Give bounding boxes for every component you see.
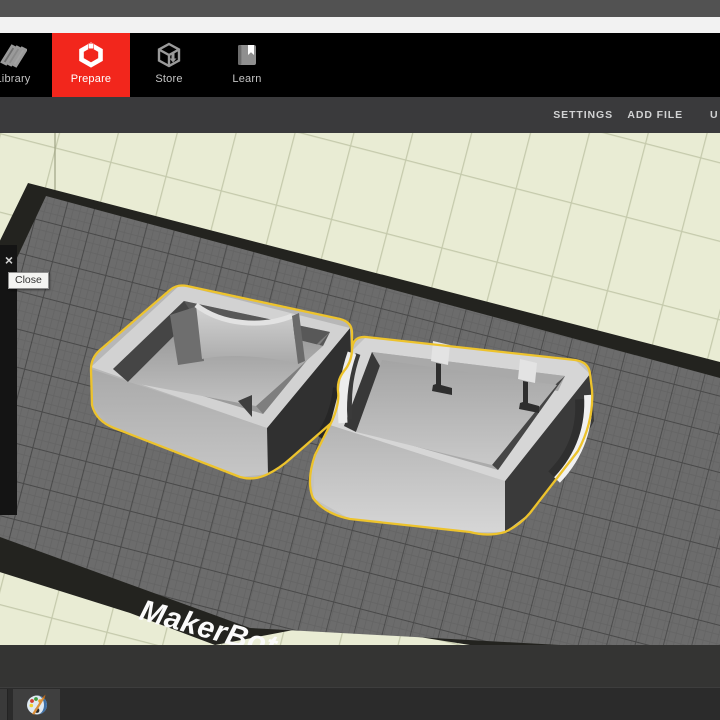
tab-store-label: Store — [155, 73, 183, 85]
close-panel-button[interactable]: × — [1, 252, 17, 268]
learn-icon — [238, 45, 256, 65]
menu-clipped-item[interactable]: U — [710, 97, 718, 133]
status-bar — [0, 645, 720, 687]
tab-library-label: Library — [0, 73, 31, 85]
window-titlebar — [0, 0, 720, 17]
viewport-3d[interactable]: MakerBot ™ — [0, 133, 720, 645]
store-icon — [157, 42, 181, 68]
prepare-icon — [79, 42, 103, 68]
main-navbar: Library Prepare Store — [0, 33, 720, 97]
secondary-menubar: SETTINGS ADD FILE U — [0, 97, 720, 133]
close-icon: × — [4, 252, 14, 268]
tab-prepare-label: Prepare — [70, 73, 112, 85]
tab-learn[interactable]: Learn — [208, 33, 286, 97]
scene-canvas: MakerBot ™ — [0, 133, 720, 645]
menu-add-file[interactable]: ADD FILE — [627, 97, 683, 133]
close-tooltip: Close — [8, 272, 49, 289]
tab-store[interactable]: Store — [130, 33, 208, 97]
tab-prepare[interactable]: Prepare — [52, 33, 130, 97]
taskbar-edge-button[interactable] — [0, 689, 8, 720]
tab-library[interactable]: Library — [0, 33, 52, 97]
library-icon — [0, 44, 27, 68]
window-menustrip — [0, 17, 720, 33]
tab-learn-label: Learn — [232, 73, 262, 85]
paint-palette-icon — [26, 694, 47, 715]
menu-settings[interactable]: SETTINGS — [553, 97, 613, 133]
taskbar — [0, 687, 720, 720]
app-window: Library Prepare Store — [0, 0, 720, 720]
taskbar-app-button[interactable] — [13, 689, 60, 720]
